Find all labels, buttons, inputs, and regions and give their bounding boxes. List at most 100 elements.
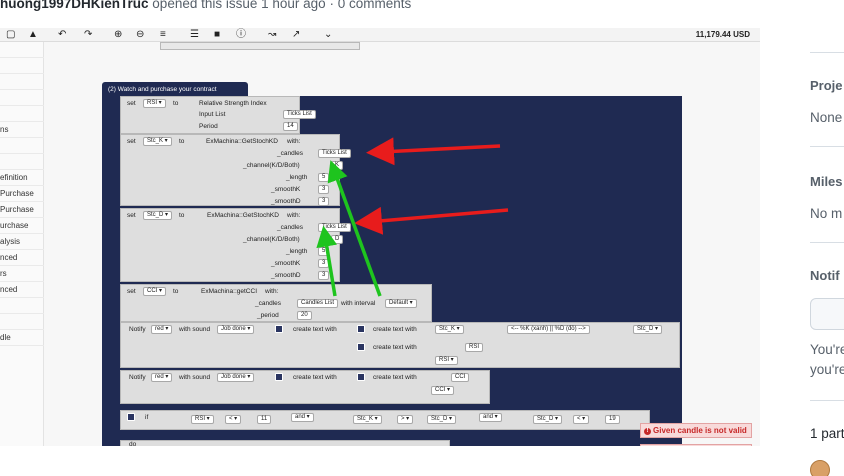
toolbox-nav-item[interactable]: rs <box>0 266 44 282</box>
toolbox-nav-item[interactable]: nced <box>0 282 44 298</box>
zoom-in-icon[interactable]: ⊕ <box>114 29 122 41</box>
notify-sound-dropdown[interactable]: Job done ▾ <box>217 325 255 334</box>
gear-icon[interactable] <box>357 325 365 333</box>
rsi-period-input[interactable]: 14 <box>283 122 298 131</box>
chevron-down-icon[interactable]: ⌄ <box>324 29 332 41</box>
list-icon[interactable]: ☰ <box>190 29 199 41</box>
notify-color-dropdown[interactable]: red ▾ <box>151 325 173 334</box>
stck-candles-input[interactable]: Ticks List <box>318 149 351 158</box>
candles-param-label: _candles <box>277 224 304 231</box>
gear-icon[interactable] <box>275 373 283 381</box>
notify-cci-block[interactable]: Notify red ▾ with sound Job done ▾ creat… <box>120 370 490 404</box>
toolbox-nav-item[interactable]: Purchase <box>0 202 44 218</box>
rsi-ticks-list-input[interactable]: Ticks List <box>283 110 316 119</box>
cci-variable-dropdown[interactable]: CCI ▾ <box>143 287 167 296</box>
stcd-candles-input[interactable]: Ticks List <box>318 223 351 232</box>
rearrange-icon[interactable]: ≡ <box>160 29 166 41</box>
milestone-heading[interactable]: Miles <box>810 174 843 189</box>
and-dropdown-2[interactable]: and ▾ <box>479 413 502 422</box>
rsi-variable-dropdown[interactable]: RSI ▾ <box>143 99 166 108</box>
toolbox-nav-item[interactable]: urchase <box>0 218 44 234</box>
drive-icon[interactable]: ▲ <box>28 29 38 41</box>
toolbox-nav-item[interactable] <box>0 90 44 106</box>
toolbox-nav-item[interactable] <box>0 138 44 154</box>
redo-icon[interactable]: ↷ <box>84 29 92 41</box>
cci-period-input[interactable]: 20 <box>297 311 312 320</box>
stck-smoothk-input[interactable]: 3 <box>318 185 330 194</box>
participant-avatar[interactable] <box>810 460 830 476</box>
if-stcd-dropdown[interactable]: Stc_D ▾ <box>427 415 457 424</box>
interval-dropdown[interactable]: Default ▾ <box>385 299 417 308</box>
stcd-variable-dropdown[interactable]: Stc_D ▾ <box>143 211 173 220</box>
stck-smoothd-input[interactable]: 3 <box>318 197 330 206</box>
compare-lt-dropdown[interactable]: < ▾ <box>225 415 242 424</box>
save-icon[interactable]: ▢ <box>6 29 15 41</box>
compare-value-19[interactable]: 19 <box>605 415 620 424</box>
stcd-channel-input[interactable]: D <box>331 235 344 244</box>
toolbox-nav-item[interactable]: alysis <box>0 234 44 250</box>
cci-candles-list-input[interactable]: Candles List <box>297 299 339 308</box>
stck-length-input[interactable]: 5 <box>318 173 330 182</box>
toolbox-nav-item[interactable] <box>0 154 44 170</box>
toolbox-nav-item[interactable] <box>0 42 44 58</box>
stck-channel-input[interactable]: K <box>331 161 344 170</box>
watch-purchase-hat-block[interactable]: (2) Watch and purchase your contract <box>102 82 248 97</box>
text-cci-label[interactable]: CCI <box>451 373 470 382</box>
toolbox-nav-item[interactable] <box>0 58 44 74</box>
compare-gt-dropdown[interactable]: > ▾ <box>397 415 414 424</box>
notify-kd-block[interactable]: Notify red ▾ with sound Job done ▾ creat… <box>120 322 680 368</box>
text-cci-dropdown[interactable]: CCI ▾ <box>431 386 455 395</box>
stop-icon[interactable]: ■ <box>214 29 220 41</box>
attached-screenshot[interactable]: ▢ ▲ ↶ ↷ ⊕ ⊖ ≡ ☰ ■ ⓘ ↝ ↗ ⌄ 11,179.44 USD … <box>0 28 780 446</box>
set-cci-block[interactable]: set CCI ▾ to ExMachina::getCCI with: _ca… <box>120 284 432 322</box>
toolbox-nav-item[interactable]: efinition <box>0 170 44 186</box>
issue-author-link[interactable]: huong1997DHKienTruc <box>0 0 149 11</box>
gear-icon[interactable] <box>275 325 283 333</box>
stck-variable-dropdown[interactable]: Stc_K ▾ <box>143 137 172 146</box>
toolbox-nav-item[interactable] <box>0 314 44 330</box>
set-stck-block[interactable]: set Stc_K ▾ to ExMachina::GetStochKD wit… <box>120 134 351 206</box>
indicator-icon[interactable]: ↗ <box>292 29 300 41</box>
if-stck-dropdown[interactable]: Stc_K ▾ <box>353 415 382 424</box>
undo-icon[interactable]: ↶ <box>58 29 66 41</box>
gear-icon[interactable] <box>127 413 135 421</box>
create-text-label: create text with <box>373 374 417 381</box>
chart-icon[interactable]: ↝ <box>268 29 276 41</box>
stcd-length-input[interactable]: 5 <box>318 247 330 256</box>
stcd-smoothk-input[interactable]: 3 <box>318 259 330 268</box>
projects-heading[interactable]: Proje <box>810 78 843 93</box>
gear-icon[interactable] <box>357 343 365 351</box>
and-dropdown-1[interactable]: and ▾ <box>291 413 314 422</box>
gear-icon[interactable] <box>357 373 365 381</box>
account-balance[interactable]: 11,179.44 USD <box>696 30 750 39</box>
text-stcd-dropdown[interactable]: Stc_D ▾ <box>633 325 663 334</box>
if-stcd-dropdown-2[interactable]: Stc_D ▾ <box>533 415 563 424</box>
set-rsi-block[interactable]: set RSI ▾ to Relative Strength Index Inp… <box>120 96 316 134</box>
stcd-smoothd-input[interactable]: 3 <box>318 271 330 280</box>
text-rsi-label[interactable]: RSI <box>465 343 484 352</box>
set-stcd-block[interactable]: set Stc_D ▾ to ExMachina::GetStochKD wit… <box>120 208 351 282</box>
info-icon[interactable]: ⓘ <box>236 29 246 41</box>
toolbox-nav-item[interactable]: dle <box>0 330 44 346</box>
toolbox-nav-item[interactable]: Purchase <box>0 186 44 202</box>
notify-color-dropdown[interactable]: red ▾ <box>151 373 173 382</box>
kd-label-text[interactable]: <-- %K (xanh) || %D (đỏ) --> <box>507 325 590 334</box>
toolbox-nav-item[interactable]: ns <box>0 122 44 138</box>
meta-separator: · <box>329 0 334 11</box>
do-block[interactable]: do <box>120 440 450 446</box>
subscribe-button[interactable] <box>810 298 844 330</box>
toolbox-nav-item[interactable] <box>0 74 44 90</box>
screenshot-margin <box>780 28 792 446</box>
compare-value-11[interactable]: 11 <box>257 415 272 424</box>
zoom-out-icon[interactable]: ⊖ <box>136 29 144 41</box>
if-block[interactable]: if RSI ▾ < ▾ 11 and ▾ Stc_K ▾ > ▾ Stc_D … <box>120 410 650 430</box>
toolbox-nav-item[interactable] <box>0 298 44 314</box>
text-rsi-dropdown[interactable]: RSI ▾ <box>435 356 458 365</box>
notify-sound-dropdown[interactable]: Job done ▾ <box>217 373 255 382</box>
compare-lt-dropdown-2[interactable]: < ▾ <box>573 415 590 424</box>
if-rsi-dropdown[interactable]: RSI ▾ <box>191 415 214 424</box>
text-stck-dropdown[interactable]: Stc_K ▾ <box>435 325 464 334</box>
toolbox-nav-item[interactable] <box>0 106 44 122</box>
toolbox-nav-item[interactable]: nced <box>0 250 44 266</box>
issue-time[interactable]: 1 hour ago <box>261 0 326 11</box>
